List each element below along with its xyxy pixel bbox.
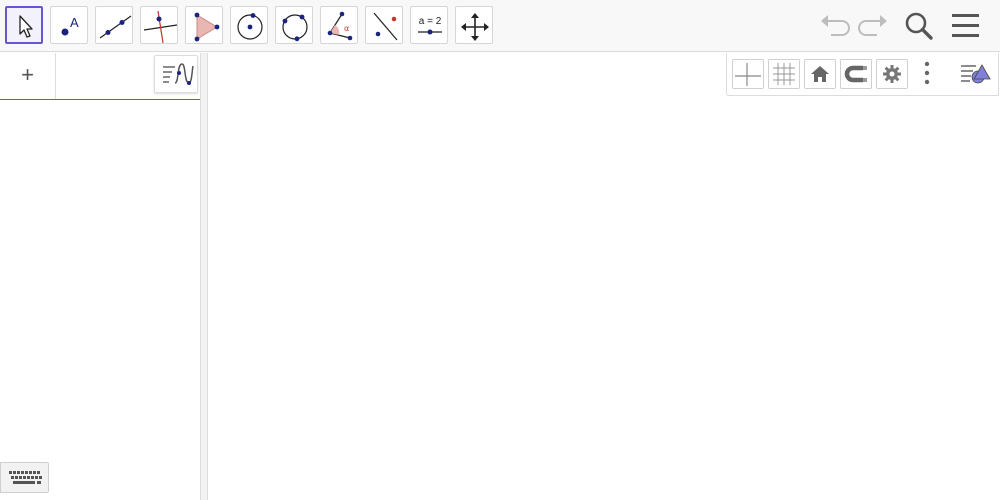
axes-icon (735, 63, 761, 86)
circle-three-points-icon (282, 14, 308, 42)
graphics-settings-button[interactable] (876, 59, 908, 89)
keyboard-icon (9, 471, 42, 484)
undo-button[interactable] (817, 8, 853, 44)
redo-icon (858, 15, 887, 36)
view-divider[interactable] (200, 53, 208, 500)
move-tool-button[interactable] (5, 6, 43, 44)
more-vertical-icon (924, 61, 930, 85)
circle-center-point-tool-button[interactable] (230, 6, 268, 44)
line-through-points-icon (99, 15, 132, 39)
reflect-about-line-tool-button[interactable] (365, 6, 403, 44)
angle-tool-button[interactable]: α (320, 6, 358, 44)
reflect-about-line-icon (373, 12, 398, 41)
axes-toggle-button[interactable] (732, 59, 764, 89)
slider-label-text: a = 2 (419, 16, 442, 27)
polygon-tool-button[interactable] (185, 6, 223, 44)
menu-icon (952, 14, 979, 37)
graphics-view[interactable] (208, 53, 1000, 500)
magnet-icon (844, 65, 867, 83)
algebra-style-button[interactable] (154, 55, 198, 93)
line-tool-button[interactable] (95, 6, 133, 44)
algebra-style-icon (163, 63, 194, 85)
algebra-view: + (0, 53, 200, 500)
main-menu-button[interactable] (948, 8, 984, 44)
grid-icon (773, 63, 795, 85)
angle-label-text: α (344, 24, 349, 33)
add-item-button[interactable]: + (0, 53, 56, 99)
redo-button[interactable] (855, 8, 891, 44)
more-options-button[interactable] (912, 59, 944, 89)
circle-center-icon (237, 13, 263, 40)
arrow-cursor-icon (19, 15, 33, 38)
algebra-input-row: + (0, 53, 200, 100)
point-label-text: A (70, 15, 79, 30)
virtual-keyboard-button[interactable] (0, 462, 49, 493)
angle-icon: α (327, 11, 353, 41)
search-button[interactable] (901, 8, 937, 44)
move-graphics-view-tool-button[interactable] (455, 6, 493, 44)
point-tool-button[interactable]: A (50, 6, 88, 44)
point-capturing-button[interactable] (840, 59, 872, 89)
style-bar-toggle-icon (961, 64, 991, 84)
graphics-style-bar-toggle-button[interactable] (958, 59, 991, 89)
slider-tool-button[interactable]: a = 2 (410, 6, 448, 44)
gear-icon (883, 65, 901, 83)
search-icon (905, 12, 933, 40)
graphics-style-bar (726, 53, 999, 96)
grid-toggle-button[interactable] (768, 59, 800, 89)
polygon-icon (194, 12, 220, 42)
slider-icon: a = 2 (418, 16, 442, 35)
algebra-input-field[interactable] (57, 53, 153, 99)
point-icon: A (61, 15, 79, 36)
main-toolbar: A α a = 2 (0, 0, 1000, 52)
perpendicular-line-tool-button[interactable] (140, 6, 178, 44)
standard-view-button[interactable] (804, 59, 836, 89)
perpendicular-line-icon (143, 10, 178, 44)
circle-three-points-tool-button[interactable] (275, 6, 313, 44)
move-arrows-icon (461, 13, 489, 41)
home-icon (811, 66, 829, 82)
undo-icon (821, 15, 850, 36)
